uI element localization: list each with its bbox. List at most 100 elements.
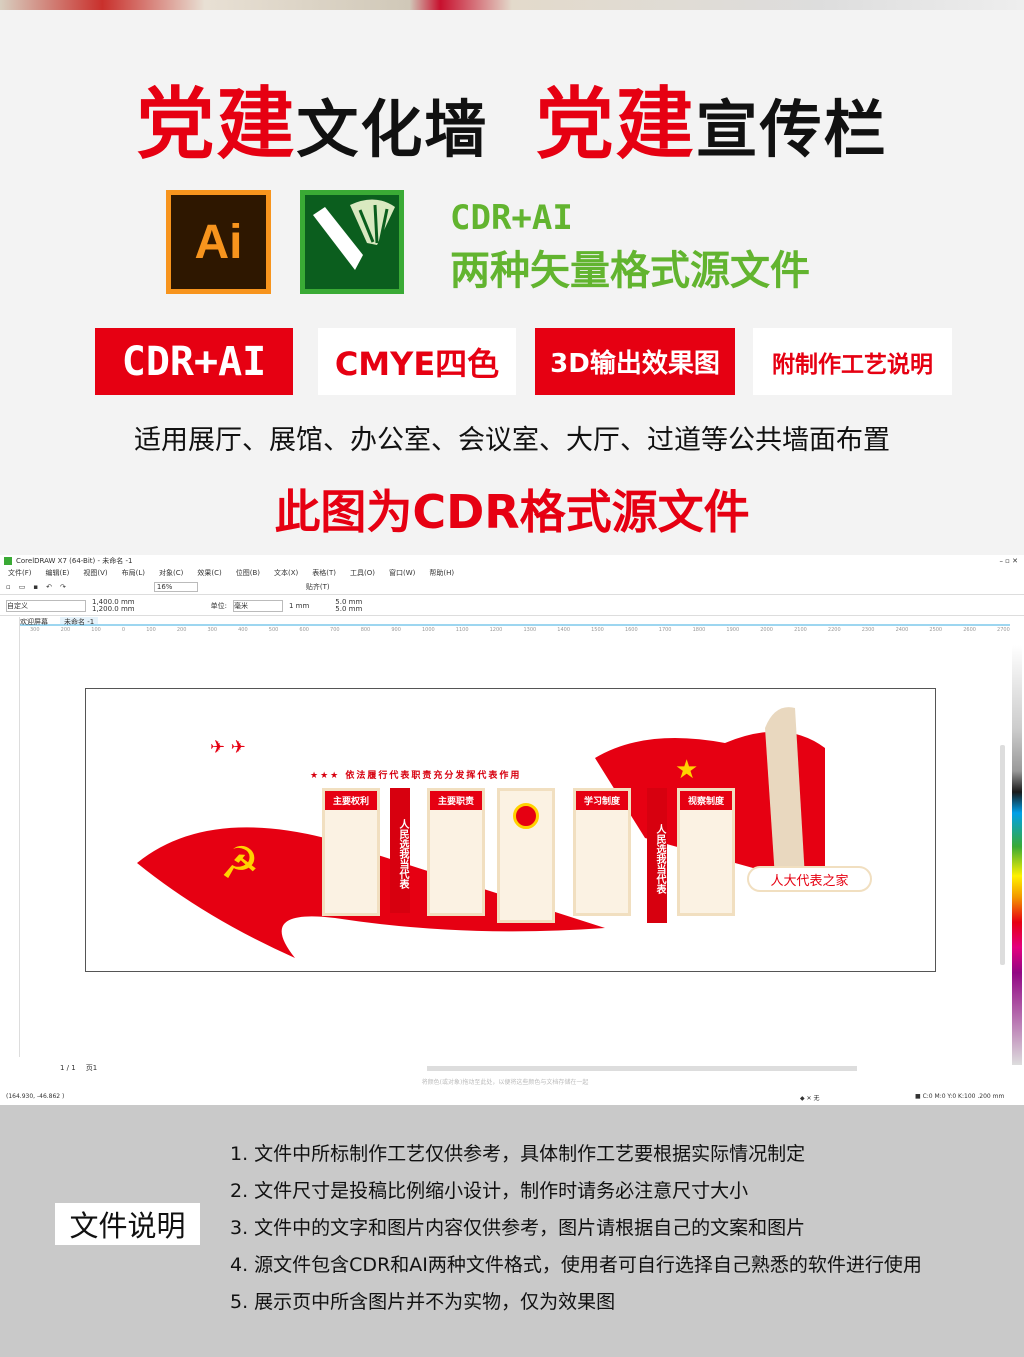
ruler-tick: 1600 <box>624 627 638 633</box>
ruler-tick: 1100 <box>455 627 469 633</box>
star-icon: ★ <box>675 755 698 785</box>
ruler-tick: 600 <box>299 627 309 633</box>
note-item: 4. 源文件包含CDR和AI两种文件格式，使用者可自行选择自己熟悉的软件进行使用 <box>230 1254 922 1276</box>
formats-line2: 两种矢量格式源文件 <box>450 248 810 294</box>
tab-document[interactable]: 未命名 -1 <box>60 617 99 626</box>
cursor-coordinates: (164.930, -46.862 ) <box>6 1093 65 1100</box>
document-tabs: 欢迎屏幕 未命名 -1 <box>20 617 1010 626</box>
ruler-tick: 2100 <box>794 627 807 633</box>
outline-status: ■ C:0 M:0 Y:0 K:100 .200 mm <box>915 1093 1005 1100</box>
title-black: 宣传栏 <box>695 93 888 166</box>
home-sign: 人大代表之家 <box>747 866 872 892</box>
panel: 主要权利 <box>322 788 380 916</box>
national-emblem-icon <box>513 803 539 829</box>
ruler-tick: 1800 <box>692 627 706 633</box>
page-size[interactable]: 1,400.0 mm 1,200.0 mm <box>92 598 135 613</box>
ruler-tick: 100 <box>91 627 101 633</box>
illustrator-icon: Ai <box>166 190 271 294</box>
badge-3d: 3D输出效果图 <box>535 328 735 395</box>
zoom-select[interactable]: 16% <box>153 581 198 592</box>
color-palette[interactable] <box>1012 645 1022 1065</box>
preset-select[interactable]: 自定义 <box>6 599 86 612</box>
menu-item[interactable]: 工具(O) <box>350 568 375 578</box>
badge-cmyk: CMYE四色 <box>318 328 516 395</box>
save-icon[interactable]: ▪ <box>33 583 38 591</box>
app-icon <box>4 557 12 565</box>
formats-line1: CDR+AI <box>450 198 573 238</box>
ruler-tick: 200 <box>60 627 71 633</box>
undo-icon[interactable]: ↶ <box>46 583 52 591</box>
title-black: 文化墙 <box>296 93 489 166</box>
vertical-banner: 人民选我当代表 <box>647 788 667 923</box>
vertical-banner: 人民选我当代表 <box>390 788 410 913</box>
note-item: 2. 文件尺寸是投稿比例缩小设计，制作时请务必注意尺寸大小 <box>230 1180 749 1202</box>
fill-value: 无 <box>813 1095 820 1102</box>
duplicate-distance[interactable]: 5.0 mm 5.0 mm <box>335 598 362 613</box>
page-count[interactable]: 1 / 1 <box>60 1064 76 1072</box>
page-tab[interactable]: 页1 <box>86 1063 97 1073</box>
ruler-tick: 1000 <box>421 627 435 633</box>
menu-item[interactable]: 窗口(W) <box>389 568 415 578</box>
ruler-tick: 1500 <box>591 627 604 633</box>
panel-title: 主要职责 <box>430 791 482 810</box>
ruler-tick: 2600 <box>963 627 976 633</box>
menu-item[interactable]: 视图(V) <box>83 568 107 578</box>
menu-item[interactable]: 编辑(E) <box>46 568 70 578</box>
menu-item[interactable]: 文件(F) <box>8 568 32 578</box>
unit-label: 单位: <box>210 601 227 610</box>
ruler-tick: 1900 <box>726 627 740 633</box>
source-note: 此图为CDR格式源文件 <box>274 485 750 539</box>
outline-value: C:0 M:0 Y:0 K:100 .200 mm <box>922 1093 1005 1100</box>
ruler-tick: 2300 <box>861 627 875 633</box>
snap-menu[interactable]: 贴齐(T) <box>306 582 330 592</box>
dup-y[interactable]: 5.0 mm <box>335 605 362 613</box>
menu-item[interactable]: 帮助(H) <box>429 568 454 578</box>
nudge-field[interactable]: 1 mm <box>289 602 309 610</box>
ruler-tick: 0 <box>121 627 126 633</box>
menu-bar: 文件(F) 编辑(E) 视图(V) 布局(L) 对象(C) 效果(C) 位图(B) 文本(X)… <box>8 568 468 578</box>
menu-item[interactable]: 对象(C) <box>159 568 183 578</box>
ruler-tick: 2700 <box>997 627 1010 633</box>
hammer-sickle-icon: ☭ <box>220 838 259 889</box>
menu-item[interactable]: 表格(T) <box>312 568 336 578</box>
badge-cdr-ai: CDR+AI <box>95 328 293 395</box>
unit-select[interactable]: 毫米 <box>232 599 283 612</box>
page-navigator: 1 / 1 页1 <box>20 1063 1010 1073</box>
ruler-tick: 2000 <box>760 627 773 633</box>
page-height[interactable]: 1,200.0 mm <box>92 605 135 613</box>
ruler-tick: 1300 <box>523 627 537 633</box>
menu-item[interactable]: 效果(C) <box>197 568 221 578</box>
redo-icon[interactable]: ↷ <box>60 583 66 591</box>
menu-item[interactable]: 位图(B) <box>236 568 260 578</box>
ruler-tick: 800 <box>360 627 371 633</box>
ruler-tick: 1200 <box>489 627 503 633</box>
ruler-tick: 300 <box>207 627 218 633</box>
title-bar: CorelDRAW X7 (64-Bit) - 未命名 -1 – ▫ ✕ <box>0 555 1024 567</box>
usage-text: 适用展厅、展馆、办公室、会议室、大厅、过道等公共墙面布置 <box>134 425 890 456</box>
menu-item[interactable]: 文本(X) <box>274 568 298 578</box>
panel: 视察制度 <box>677 788 735 916</box>
ai-label: Ai <box>171 195 266 289</box>
new-icon[interactable]: ▫ <box>6 583 11 591</box>
toolbox[interactable] <box>0 617 20 1057</box>
menu-item[interactable]: 布局(L) <box>122 568 145 578</box>
ruler-tick: 700 <box>330 627 340 633</box>
open-icon[interactable]: ▭ <box>19 583 26 591</box>
coreldraw-icon <box>300 190 404 294</box>
note-item: 3. 文件中的文字和图片内容仅供参考，图片请根据自己的文案和图片 <box>230 1217 806 1239</box>
title-red: 党建 <box>535 80 696 170</box>
tab-welcome[interactable]: 欢迎屏幕 <box>20 617 48 626</box>
ruler-tick: 1400 <box>557 627 571 633</box>
vertical-scrollbar[interactable] <box>1000 745 1005 965</box>
horizontal-scrollbar[interactable] <box>427 1065 858 1071</box>
panel-title: 视察制度 <box>680 791 732 810</box>
window-controls[interactable]: – ▫ ✕ <box>999 557 1018 565</box>
panel: 学习制度 <box>573 788 631 916</box>
artwork: ☭ ★ ✈ ✈ ★★★ 依法履行代表职责充分发挥代表作用 主要权利 人民选我当代… <box>85 688 936 972</box>
standard-toolbar: ▫ ▭ ▪ ↶ ↷ 16% 贴齐(T) <box>0 579 1024 595</box>
ruler-tick: 500 <box>268 627 279 633</box>
top-photo-strip <box>0 0 1024 10</box>
ruler-tick: 1700 <box>658 627 672 633</box>
ruler-tick: 300 <box>30 627 40 633</box>
page-title: 党建文化墙 党建宣传栏 <box>0 62 1024 174</box>
